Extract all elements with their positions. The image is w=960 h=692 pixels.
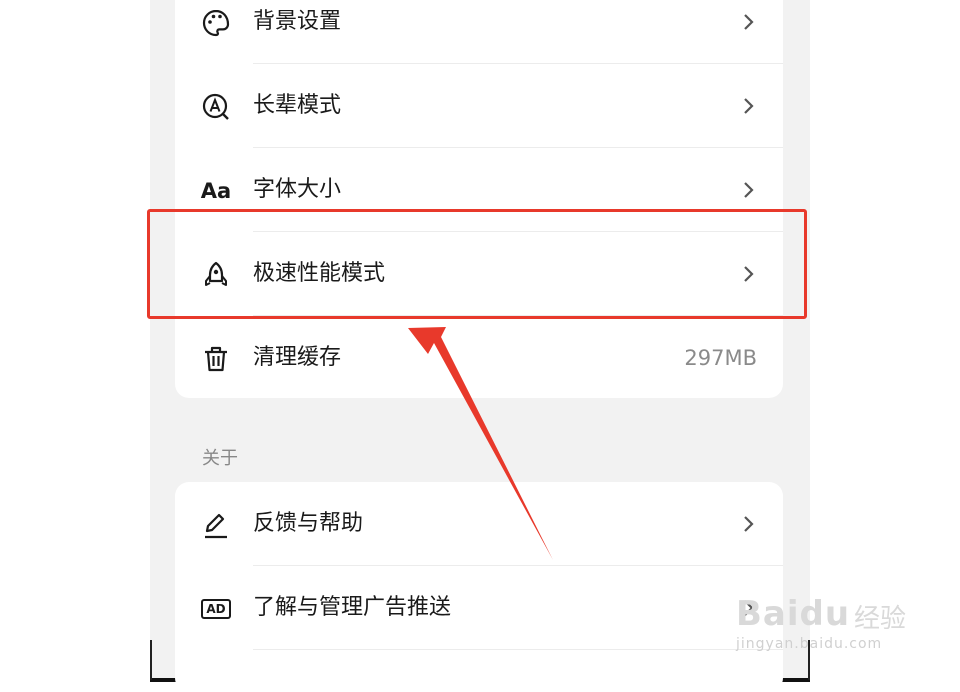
baidu-watermark: Baidu 经验 jingyan.baidu.com xyxy=(736,594,907,652)
